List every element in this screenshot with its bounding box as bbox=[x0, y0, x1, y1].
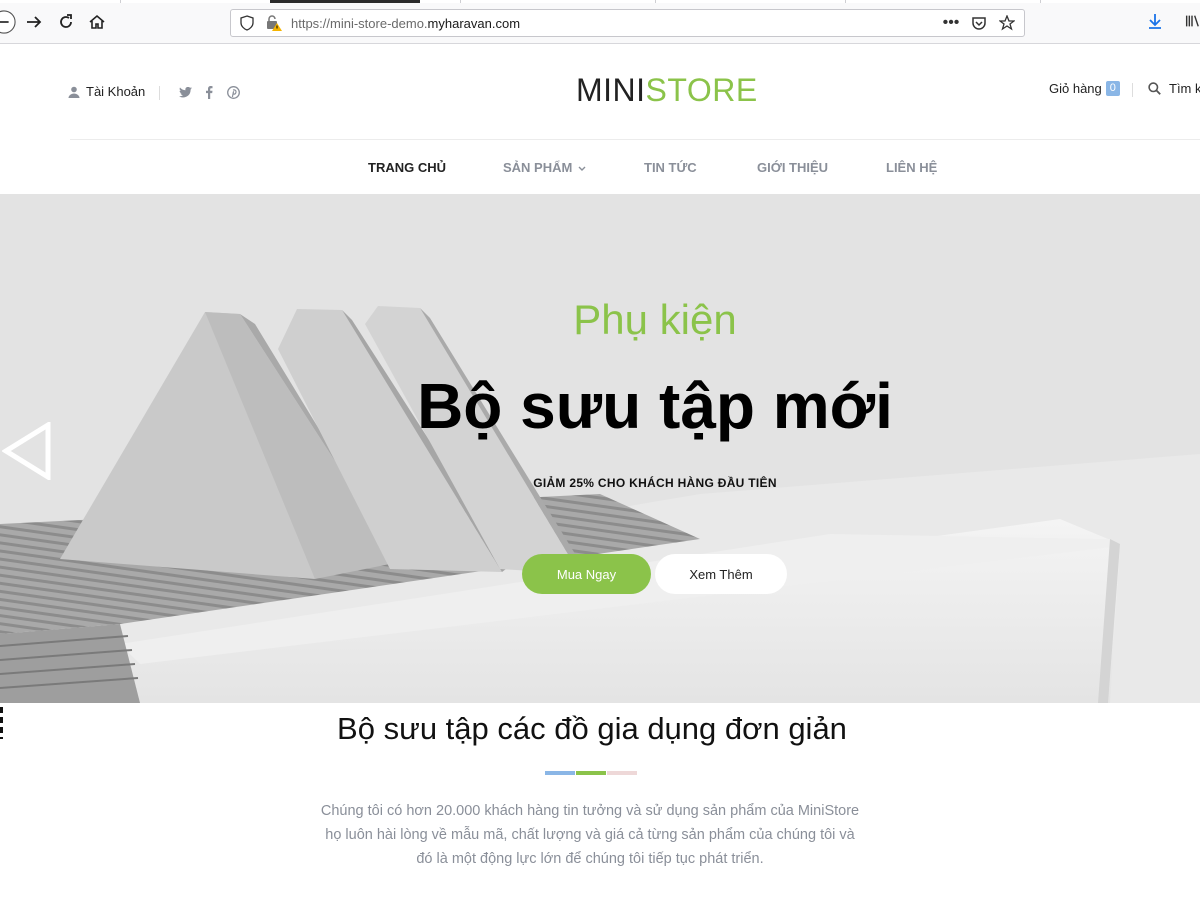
intro-line: Chúng tôi có hơn 20.000 khách hàng tin t… bbox=[320, 803, 860, 819]
home-icon[interactable] bbox=[85, 10, 109, 34]
search-link[interactable]: Tìm k bbox=[1148, 81, 1200, 96]
pinterest-icon[interactable] bbox=[226, 85, 240, 99]
url-text[interactable]: https://mini-store-demo.myharavan.com bbox=[291, 16, 520, 31]
search-label: Tìm k bbox=[1169, 81, 1200, 96]
cart-link[interactable]: Giỏ hàng 0 bbox=[1049, 81, 1120, 96]
divider bbox=[159, 86, 160, 100]
buy-now-button[interactable]: Mua Ngay bbox=[522, 554, 651, 594]
forward-icon[interactable] bbox=[22, 10, 46, 34]
section-title: Bộ sưu tập các đồ gia dụng đơn giản bbox=[337, 711, 847, 746]
nav-item-products[interactable]: SẢN PHẨM bbox=[503, 160, 586, 175]
intro-paragraph: Chúng tôi có hơn 20.000 khách hàng tin t… bbox=[290, 799, 890, 871]
site-logo[interactable]: MINISTORE bbox=[576, 72, 758, 109]
hero-image bbox=[0, 194, 1200, 703]
library-icon[interactable] bbox=[1184, 10, 1200, 32]
star-icon[interactable] bbox=[998, 14, 1016, 32]
more-icon[interactable]: ••• bbox=[942, 14, 960, 32]
browser-toolbar: https://mini-store-demo.myharavan.com ••… bbox=[0, 0, 1200, 44]
nav-item-label: SẢN PHẨM bbox=[503, 160, 573, 175]
pocket-icon[interactable] bbox=[970, 14, 988, 32]
hero-subtitle: Phụ kiện bbox=[573, 296, 737, 343]
hero-title: Bộ sưu tập mới bbox=[417, 370, 893, 442]
reload-icon[interactable] bbox=[54, 10, 78, 34]
hero-slider: Phụ kiện Bộ sưu tập mới GIẢM 25% CHO KHÁ… bbox=[0, 194, 1200, 703]
logo-store: STORE bbox=[645, 72, 758, 108]
nav-item-contact[interactable]: LIÊN HỆ bbox=[886, 160, 937, 175]
cart-count-badge: 0 bbox=[1105, 81, 1120, 96]
tab-strip bbox=[0, 0, 1200, 3]
user-icon bbox=[68, 86, 80, 98]
divider bbox=[1132, 83, 1133, 97]
intro-line: đó là một động lực lớn để chúng tôi tiếp… bbox=[416, 851, 764, 867]
account-link[interactable]: Tài Khoản bbox=[68, 84, 145, 99]
shield-icon[interactable] bbox=[239, 15, 255, 31]
cart-label: Giỏ hàng bbox=[1049, 81, 1102, 96]
divider-pink bbox=[607, 771, 637, 775]
address-bar[interactable]: https://mini-store-demo.myharavan.com ••… bbox=[230, 9, 1025, 37]
nav-item-home[interactable]: TRANG CHỦ bbox=[368, 160, 446, 175]
divider-green bbox=[576, 771, 606, 775]
facebook-icon[interactable] bbox=[202, 85, 216, 99]
site-header: Tài Khoản MINISTORE Giỏ hàng 0 Tìm k TRA… bbox=[0, 44, 1200, 194]
search-icon bbox=[1148, 82, 1161, 95]
download-icon[interactable] bbox=[1144, 10, 1166, 32]
twitter-icon[interactable] bbox=[178, 85, 192, 99]
view-more-button[interactable]: Xem Thêm bbox=[655, 554, 787, 594]
nav-item-about[interactable]: GIỚI THIỆU bbox=[757, 160, 828, 175]
account-label: Tài Khoản bbox=[86, 84, 146, 99]
main-nav: TRANG CHỦ SẢN PHẨM TIN TỨC GIỚI THIỆU LI… bbox=[0, 140, 1200, 194]
insecure-lock-icon[interactable] bbox=[265, 14, 283, 32]
intro-line: họ luôn hài lòng về mẫu mã, chất lượng v… bbox=[325, 827, 855, 843]
back-icon[interactable] bbox=[0, 10, 16, 34]
nav-item-news[interactable]: TIN TỨC bbox=[644, 160, 697, 175]
hero-note: GIẢM 25% CHO KHÁCH HÀNG ĐẦU TIÊN bbox=[533, 476, 777, 490]
logo-mini: MINI bbox=[576, 72, 646, 108]
divider-blue bbox=[545, 771, 575, 775]
chevron-down-icon bbox=[578, 166, 586, 171]
